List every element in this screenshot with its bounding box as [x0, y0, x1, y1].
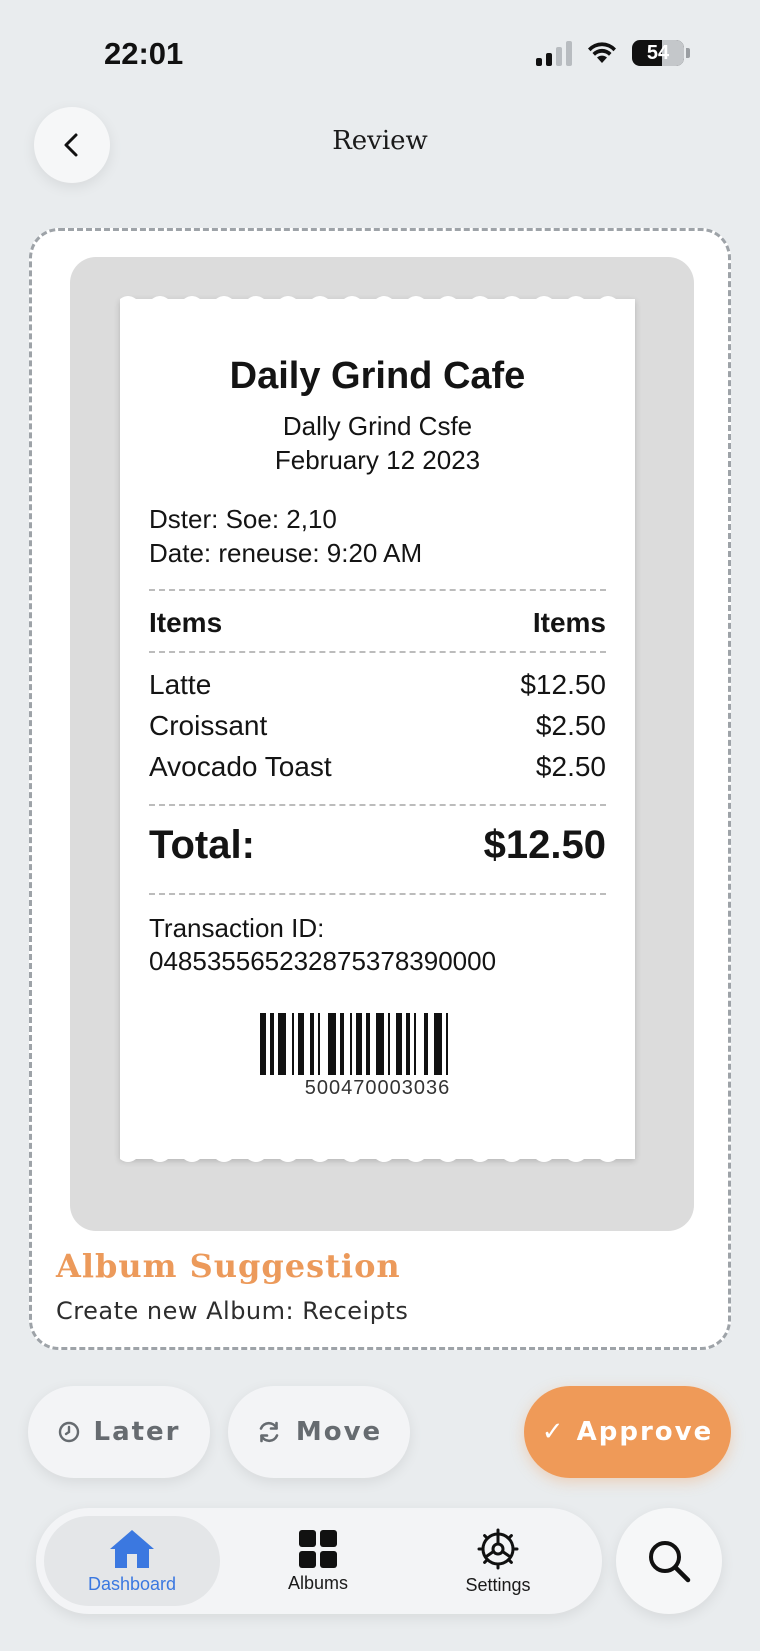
receipt-meta-line: Dster: Soe: 2,10 [149, 504, 337, 534]
nav-item-label: Albums [287, 1572, 349, 1593]
status-icons: 54 [536, 40, 690, 66]
home-icon [110, 1529, 154, 1568]
approve-label: ✓ Approve [541, 1417, 714, 1447]
receipt-item-row: Avocado Toast $2.50 [149, 751, 606, 783]
divider [149, 589, 606, 591]
refresh-icon [259, 1421, 279, 1443]
item-name: Croissant [149, 710, 268, 741]
divider [149, 804, 606, 806]
album-suggestion-title: Album Suggestion [56, 1247, 401, 1285]
receipt-torn-edge-top [120, 296, 635, 305]
approve-button[interactable]: ✓ Approve [524, 1386, 731, 1478]
nav-item-label: Settings [465, 1574, 531, 1595]
items-header-left: Items [149, 607, 223, 638]
barcode-number: 500470003036 [304, 1077, 451, 1099]
item-name: Avocado Toast [149, 751, 332, 782]
status-time: 22:01 [104, 36, 184, 71]
receipt-meta-line: Date: reneuse: 9:20 AM [149, 538, 423, 568]
gear-icon [477, 1528, 519, 1569]
receipt-total: Total: $12.50 [149, 823, 606, 868]
items-header-right: Items [532, 607, 606, 638]
receipt-item-row: Croissant $2.50 [149, 710, 606, 742]
move-label: Move [295, 1417, 383, 1447]
receipt-item-row: Latte $12.50 [149, 669, 606, 701]
nav-item-dashboard[interactable]: Dashboard [44, 1516, 220, 1606]
divider [149, 893, 606, 895]
nav-item-settings[interactable]: Settings [410, 1516, 586, 1606]
later-label: Later [93, 1417, 181, 1447]
item-price: $2.50 [535, 710, 606, 741]
cellular-signal-icon [536, 40, 572, 66]
receipt-subtitle: Dally Grind Csfe [282, 411, 473, 441]
item-name: Latte [149, 669, 212, 700]
total-label: Total: [149, 823, 255, 867]
battery-level: 54 [646, 41, 670, 64]
wifi-icon [588, 42, 616, 63]
bottom-nav: Dashboard Albums Settings [36, 1508, 602, 1614]
battery-cap [686, 48, 690, 58]
search-button[interactable] [616, 1508, 722, 1614]
nav-item-label: Dashboard [87, 1573, 177, 1594]
page-title: Review [332, 126, 428, 156]
battery-icon: 54 [632, 40, 684, 66]
search-icon [649, 1541, 691, 1583]
receipt-items-header: Items Items [149, 607, 606, 639]
clock-icon [58, 1421, 79, 1443]
nav-item-albums[interactable]: Albums [230, 1516, 406, 1606]
divider [149, 651, 606, 653]
receipt-photo[interactable]: Daily Grind Cafe Dally Grind Csfe Februa… [70, 257, 694, 1231]
barcode [260, 1013, 448, 1075]
receipt-torn-edge-bottom [120, 1153, 635, 1162]
receipt-store-name: Daily Grind Cafe [229, 355, 526, 397]
grid-icon [299, 1529, 337, 1568]
item-price: $2.50 [535, 751, 606, 782]
receipt: Daily Grind Cafe Dally Grind Csfe Februa… [120, 296, 635, 1162]
item-price: $12.50 [520, 669, 606, 700]
later-button[interactable]: Later [28, 1386, 210, 1478]
review-card: Daily Grind Cafe Dally Grind Csfe Februa… [29, 228, 731, 1350]
album-suggestion-text: Create new Album: Receipts [56, 1297, 409, 1325]
total-value: $12.50 [483, 823, 606, 867]
move-button[interactable]: Move [228, 1386, 410, 1478]
transaction-id: 048535565232875378390000 [149, 946, 497, 976]
receipt-date: February 12 2023 [274, 445, 481, 475]
transaction-label: Transaction ID: [149, 913, 325, 943]
